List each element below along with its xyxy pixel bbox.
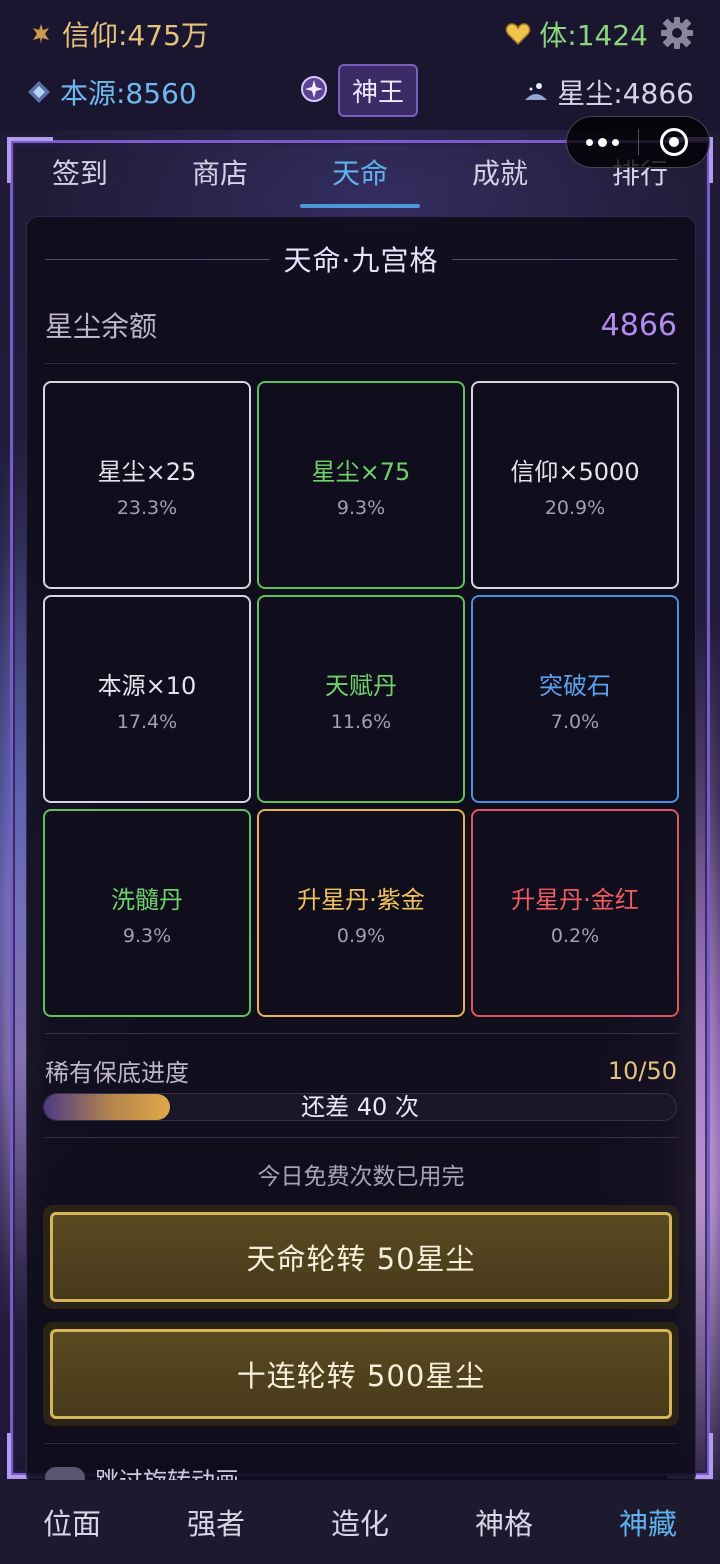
rank-badge[interactable]: 神王 xyxy=(338,64,419,117)
prize-name: 信仰×5000 xyxy=(510,457,640,486)
single-draw-button[interactable]: 天命轮转 50星尘 xyxy=(50,1212,672,1302)
pity-progress-row: 稀有保底进度 10/50 xyxy=(45,1053,677,1088)
nav-strongest[interactable]: 强者 xyxy=(144,1501,288,1543)
origin-diamond-icon xyxy=(26,79,52,105)
destiny-panel: 天命·九宫格 星尘余额 4866 星尘×25 23.3% 星尘×75 9.3% … xyxy=(26,216,696,1491)
faith-value: 信仰:475万 xyxy=(62,19,209,52)
prize-probability: 0.2% xyxy=(550,924,600,947)
prize-name: 升星丹·金红 xyxy=(511,885,639,914)
prize-probability: 7.0% xyxy=(550,710,600,733)
panel-title-row: 天命·九宫格 xyxy=(45,239,677,279)
heart-icon xyxy=(505,21,531,47)
prize-probability: 23.3% xyxy=(116,496,178,519)
tab-checkin[interactable]: 签到 xyxy=(10,146,150,206)
nav-plane[interactable]: 位面 xyxy=(0,1501,144,1543)
tab-destiny[interactable]: 天命 xyxy=(290,146,430,208)
grid-cell[interactable]: 星尘×25 23.3% xyxy=(43,381,251,589)
balance-value: 4866 xyxy=(600,307,677,343)
pity-remaining: 还差 40 次 xyxy=(301,1093,419,1121)
pity-label: 稀有保底进度 xyxy=(45,1059,189,1087)
settings-gear-icon[interactable] xyxy=(660,16,694,50)
ten-draw-button[interactable]: 十连轮转 500星尘 xyxy=(50,1329,672,1419)
title-divider xyxy=(45,258,270,260)
grid-cell[interactable]: 天赋丹 11.6% xyxy=(257,595,465,803)
prize-name: 本源×10 xyxy=(97,671,197,700)
pity-progress-bar: 还差 40 次 xyxy=(43,1093,677,1121)
nav-treasury[interactable]: 神藏 xyxy=(576,1501,720,1543)
prize-name: 星尘×75 xyxy=(311,457,411,486)
rank-display: 神王 xyxy=(300,64,419,117)
single-draw-button-frame: 天命轮转 50星尘 xyxy=(43,1205,679,1309)
bottom-nav: 位面 强者 造化 神格 神藏 xyxy=(0,1480,720,1564)
grid-cell[interactable]: 突破石 7.0% xyxy=(471,595,679,803)
free-draw-note: 今日免费次数已用完 xyxy=(257,1164,465,1190)
grid-cell[interactable]: 本源×10 17.4% xyxy=(43,595,251,803)
stardust-stat: 星尘:4866 xyxy=(523,72,694,112)
balance-label: 星尘余额 xyxy=(45,310,158,343)
grid-cell[interactable]: 信仰×5000 20.9% xyxy=(471,381,679,589)
title-divider xyxy=(452,258,677,260)
resource-status-bar: 信仰:475万 体:1424 本源:8560 神王 星尘:4866 xyxy=(0,0,720,130)
grid-cell[interactable]: 洗髓丹 9.3% xyxy=(43,809,251,1017)
grid-cell[interactable]: 升星丹·金红 0.2% xyxy=(471,809,679,1017)
prize-probability: 0.9% xyxy=(336,924,386,947)
close-miniprogram-icon[interactable] xyxy=(639,128,710,156)
prize-name: 突破石 xyxy=(539,671,611,700)
prize-probability: 20.9% xyxy=(544,496,606,519)
prize-probability: 9.3% xyxy=(122,924,172,947)
stamina-value: 体:1424 xyxy=(539,19,648,52)
nine-grid: 星尘×25 23.3% 星尘×75 9.3% 信仰×5000 20.9% 本源×… xyxy=(43,381,679,1017)
divider xyxy=(45,1033,677,1034)
faith-stat: 信仰:475万 xyxy=(28,14,209,54)
prize-name: 天赋丹 xyxy=(325,671,397,700)
rank-orb-icon xyxy=(300,75,328,107)
nav-divinity[interactable]: 神格 xyxy=(432,1501,576,1543)
stardust-value: 星尘:4866 xyxy=(557,77,694,110)
ten-draw-button-frame: 十连轮转 500星尘 xyxy=(43,1322,679,1426)
tab-shop[interactable]: 商店 xyxy=(150,146,290,206)
faith-icon xyxy=(28,21,54,47)
origin-stat: 本源:8560 xyxy=(26,72,197,112)
prize-name: 星尘×25 xyxy=(97,457,197,486)
miniprogram-capsule xyxy=(566,116,710,168)
prize-name: 洗髓丹 xyxy=(111,885,183,914)
prize-name: 升星丹·紫金 xyxy=(297,885,425,914)
prize-probability: 9.3% xyxy=(336,496,386,519)
prize-probability: 11.6% xyxy=(330,710,392,733)
stardust-icon xyxy=(523,79,549,105)
tab-achievement[interactable]: 成就 xyxy=(430,146,570,206)
stardust-balance-row: 星尘余额 4866 xyxy=(45,305,677,345)
divider xyxy=(45,1137,677,1138)
prize-probability: 17.4% xyxy=(116,710,178,733)
grid-cell[interactable]: 星尘×75 9.3% xyxy=(257,381,465,589)
more-dots-icon[interactable] xyxy=(567,137,638,147)
origin-value: 本源:8560 xyxy=(60,77,197,110)
divider xyxy=(45,1443,677,1444)
nav-creation[interactable]: 造化 xyxy=(288,1501,432,1543)
grid-cell[interactable]: 升星丹·紫金 0.9% xyxy=(257,809,465,1017)
divider xyxy=(45,363,677,364)
panel-title: 天命·九宫格 xyxy=(283,244,439,277)
stamina-stat: 体:1424 xyxy=(505,14,648,54)
pity-count: 10/50 xyxy=(607,1056,677,1085)
